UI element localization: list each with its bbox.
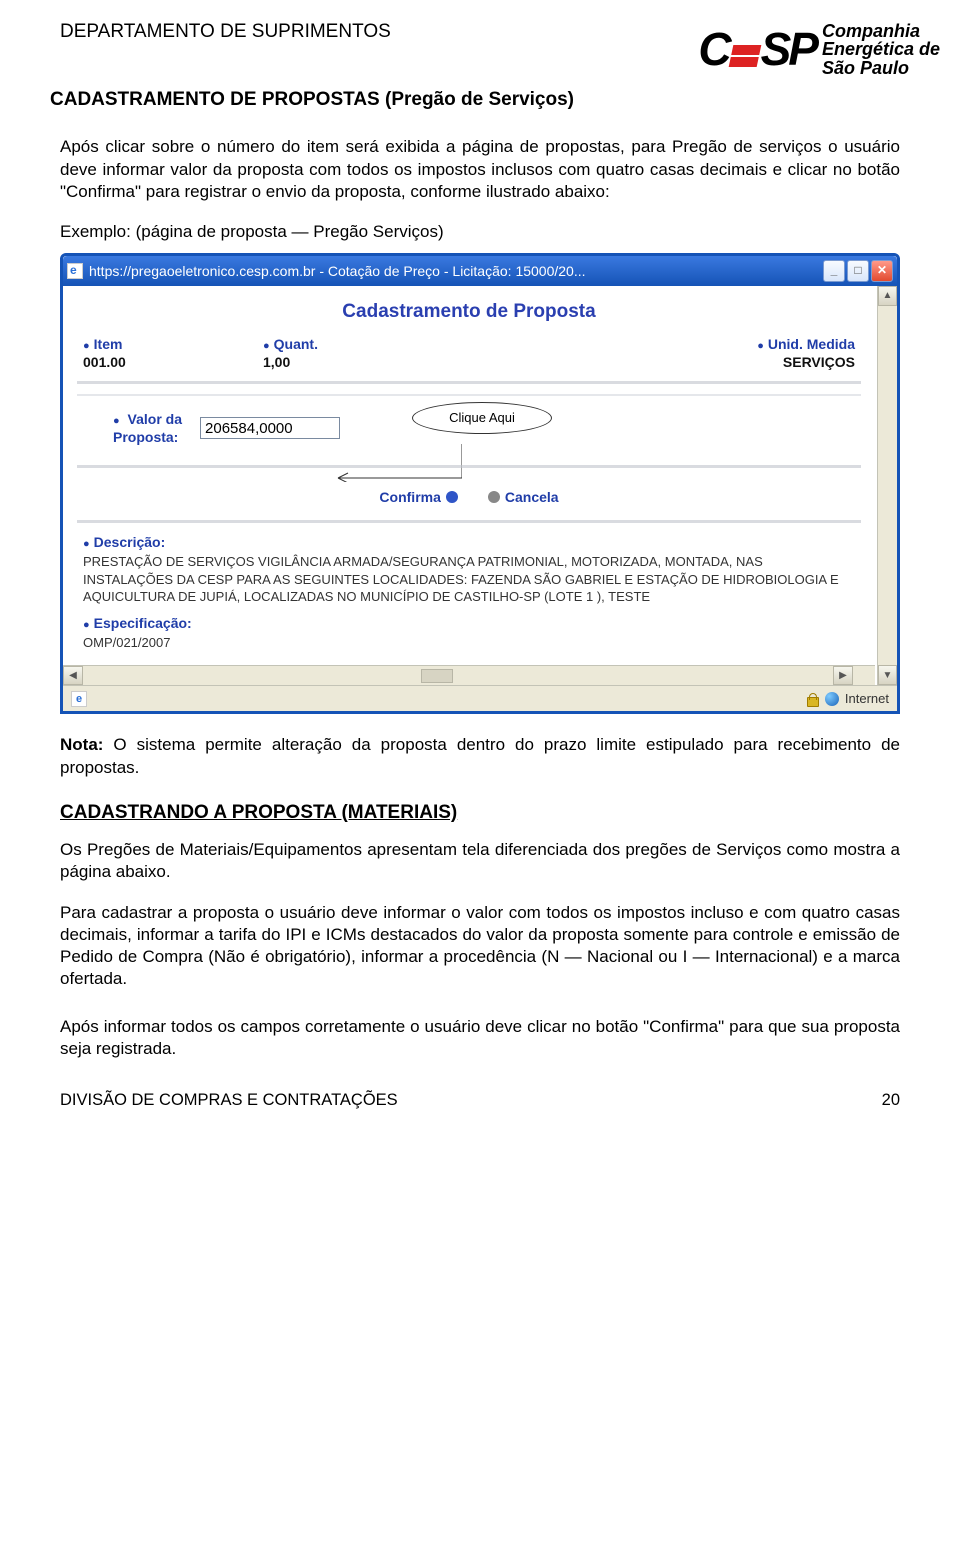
doc-title: CADASTRAMENTO DE PROPOSTAS (Pregão de Se… xyxy=(50,88,900,113)
department-label: DEPARTAMENTO DE SUPRIMENTOS xyxy=(60,20,391,45)
scroll-up-icon[interactable]: ▲ xyxy=(878,286,897,306)
paragraph-materiais-1: Os Pregões de Materiais/Equipamentos apr… xyxy=(60,839,900,883)
logo-line-3: São Paulo xyxy=(822,59,940,78)
example-caption: Exemplo: (página de proposta — Pregão Se… xyxy=(60,221,900,243)
nota-text: Nota: O sistema permite alteração da pro… xyxy=(60,734,900,778)
unid-value: SERVIÇOS xyxy=(605,353,855,371)
window-titlebar[interactable]: https://pregaoeletronico.cesp.com.br - C… xyxy=(63,256,897,286)
section-title-materiais: CADASTRANDO A PROPOSTA (MATERIAIS) xyxy=(60,801,900,826)
lock-icon xyxy=(805,692,819,706)
valor-proposta-input[interactable] xyxy=(200,417,340,439)
unid-label: Unid. Medida xyxy=(605,335,855,353)
browser-window: https://pregaoeletronico.cesp.com.br - C… xyxy=(60,253,900,715)
callout-arrow-icon xyxy=(332,442,462,482)
quant-label: Quant. xyxy=(263,335,605,353)
descricao-text: PRESTAÇÃO DE SERVIÇOS VIGILÂNCIA ARMADA/… xyxy=(83,553,855,606)
item-value: 001.00 xyxy=(83,353,263,371)
logo-line-2: Energética de xyxy=(822,40,940,59)
scroll-right-icon[interactable]: ▶ xyxy=(833,666,853,685)
status-bar: e Internet xyxy=(63,685,897,711)
page-icon xyxy=(67,263,83,279)
clique-aqui-callout: Clique Aqui xyxy=(412,402,552,434)
page-header: DEPARTAMENTO DE SUPRIMENTOS CSP Companhi… xyxy=(60,20,900,80)
page-footer: DIVISÃO DE COMPRAS E CONTRATAÇÕES 20 xyxy=(60,1090,900,1111)
logo-text: Companhia Energética de São Paulo xyxy=(822,22,940,79)
ie-icon: e xyxy=(71,691,87,707)
valor-label: Valor da Proposta: xyxy=(113,410,182,446)
status-zone: Internet xyxy=(845,691,889,708)
item-label: Item xyxy=(83,335,263,353)
paragraph-intro: Após clicar sobre o número do item será … xyxy=(60,136,900,202)
descricao-label: Descrição: xyxy=(83,533,855,551)
especificacao-text: OMP/021/2007 xyxy=(83,634,855,652)
logo-mark: CSP xyxy=(698,20,816,80)
minimize-button[interactable]: _ xyxy=(823,260,845,282)
cancela-label: Cancela xyxy=(505,488,559,506)
window-title: https://pregaoeletronico.cesp.com.br - C… xyxy=(89,262,586,280)
confirma-button[interactable]: Confirma xyxy=(379,488,457,506)
vertical-scrollbar[interactable]: ▲ ▼ xyxy=(877,286,897,686)
close-button[interactable]: ✕ xyxy=(871,260,893,282)
logo-line-1: Companhia xyxy=(822,22,940,41)
confirma-label: Confirma xyxy=(379,488,440,506)
horizontal-scrollbar[interactable]: ◀ ▶ xyxy=(63,665,875,685)
panel-title: Cadastramento de Proposta xyxy=(77,300,861,325)
paragraph-materiais-2: Para cadastrar a proposta o usuário deve… xyxy=(60,902,900,990)
especificacao-label: Especificação: xyxy=(83,614,855,632)
cancel-icon xyxy=(488,491,500,503)
paragraph-materiais-3: Após informar todos os campos corretamen… xyxy=(60,1016,900,1060)
scroll-down-icon[interactable]: ▼ xyxy=(878,665,897,685)
valor-label-1: Valor da xyxy=(128,411,182,427)
globe-icon xyxy=(825,692,839,706)
quant-value: 1,00 xyxy=(263,353,605,371)
footer-left: DIVISÃO DE COMPRAS E CONTRATAÇÕES xyxy=(60,1090,398,1111)
scroll-left-icon[interactable]: ◀ xyxy=(63,666,83,685)
confirm-icon xyxy=(446,491,458,503)
company-logo: CSP Companhia Energética de São Paulo xyxy=(698,20,940,80)
valor-label-2: Proposta: xyxy=(113,428,182,446)
cancela-button[interactable]: Cancela xyxy=(488,488,559,506)
page-number: 20 xyxy=(882,1090,900,1111)
maximize-button[interactable]: □ xyxy=(847,260,869,282)
